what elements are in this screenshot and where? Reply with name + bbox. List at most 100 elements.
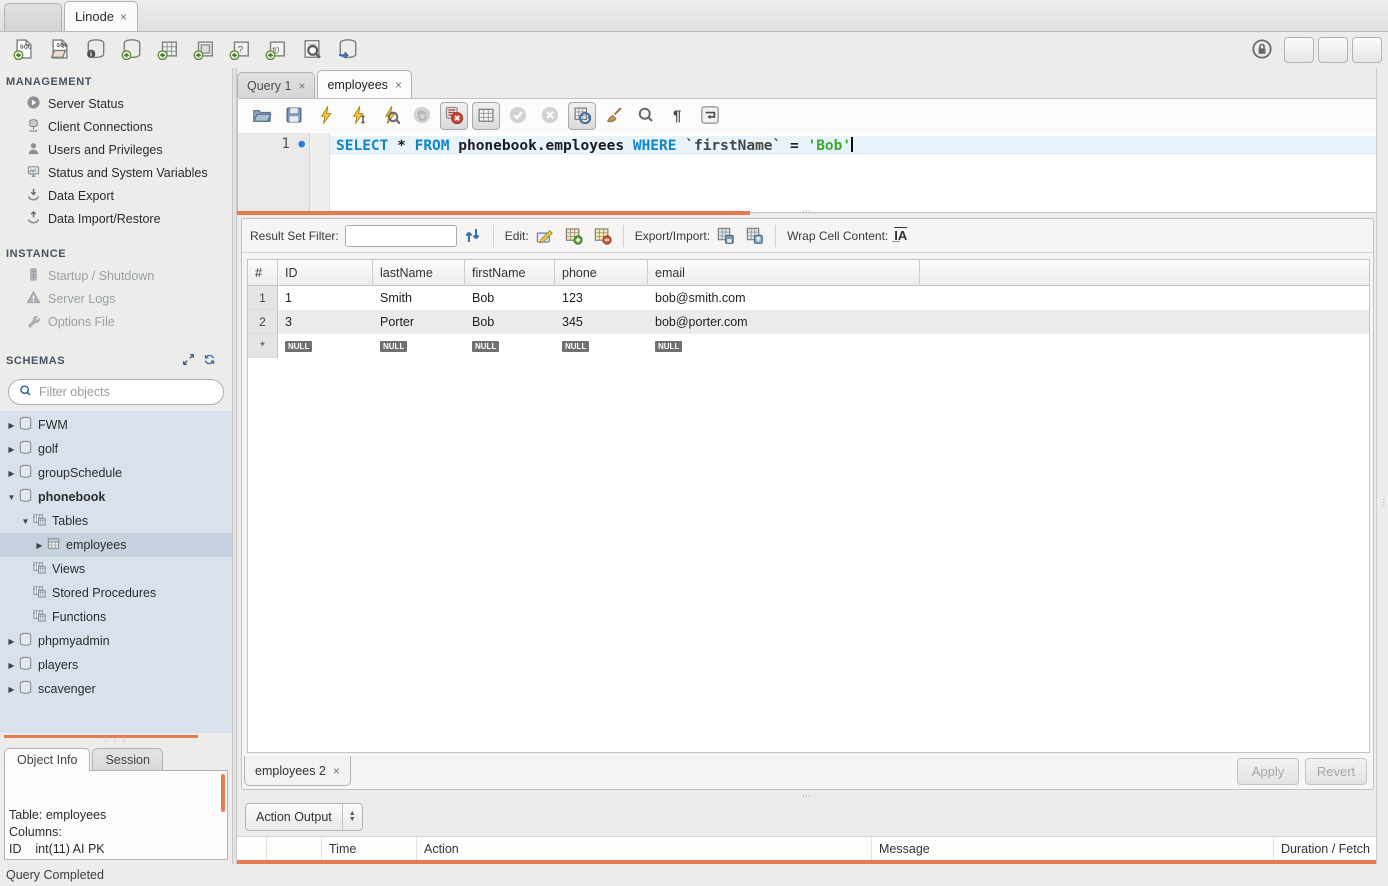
refresh-icon[interactable]	[463, 226, 482, 245]
export-recordset-button[interactable]	[716, 226, 735, 245]
limit-rows-button[interactable]	[472, 102, 500, 130]
editor-splitter-accent[interactable]	[237, 211, 750, 215]
spinner-arrows-icon[interactable]: ▲▼	[342, 804, 362, 830]
wrap-cell-icon[interactable]: I̲A	[894, 228, 907, 243]
sidebar-item-data-export[interactable]: Data Export	[0, 184, 232, 207]
open-script-button[interactable]	[248, 102, 276, 130]
twisty-icon[interactable]: ▶	[6, 661, 17, 670]
toggle-autocommit-button[interactable]	[568, 102, 596, 130]
new-table-button[interactable]	[153, 36, 183, 64]
new-sql-tab-button[interactable]: SQL	[9, 36, 39, 64]
tab-session[interactable]: Session	[92, 748, 162, 771]
result-grid[interactable]: #IDlastNamefirstNamephoneemail 11SmithBo…	[247, 259, 1370, 753]
wrap-text-button[interactable]	[696, 102, 724, 130]
tree-item-fwm[interactable]: ▶FWM	[0, 413, 232, 437]
column-header-phone[interactable]: phone	[555, 260, 648, 285]
output-column-icon[interactable]	[237, 837, 267, 861]
result-subtab-employees-2[interactable]: employees 2 ×	[244, 756, 351, 786]
rollback-button[interactable]	[536, 102, 564, 130]
revert-button[interactable]: Revert	[1305, 758, 1367, 785]
tree-item-groupschedule[interactable]: ▶groupSchedule	[0, 461, 232, 485]
sidebar-item-status-and-system-variables[interactable]: Status and System Variables	[0, 161, 232, 184]
sql-code[interactable]: SELECT * FROM phonebook.employees WHERE …	[330, 133, 1382, 211]
tree-item-stored-procedures[interactable]: Stored Procedures	[0, 581, 232, 605]
output-column-duration-fetch[interactable]: Duration / Fetch	[1274, 837, 1388, 861]
tree-item-golf[interactable]: ▶golf	[0, 437, 232, 461]
tab-object-info[interactable]: Object Info	[4, 748, 90, 771]
edit-current-row-button[interactable]	[535, 226, 554, 245]
column-header-email[interactable]: email	[648, 260, 920, 285]
sidebar-item-startup-shutdown[interactable]: Startup / Shutdown	[0, 264, 232, 287]
table-cell[interactable]: Porter	[373, 310, 465, 334]
table-row[interactable]: 23PorterBob345bob@porter.com	[248, 310, 1369, 334]
tree-item-employees[interactable]: ▶employees	[0, 533, 232, 557]
table-cell[interactable]: Smith	[373, 286, 465, 310]
schema-filter[interactable]	[8, 379, 224, 405]
close-icon[interactable]: ×	[395, 79, 402, 91]
table-cell[interactable]: NULL	[373, 334, 465, 358]
column-header-firstName[interactable]: firstName	[465, 260, 555, 285]
twisty-icon[interactable]: ▶	[6, 685, 17, 694]
close-icon[interactable]: ×	[298, 80, 305, 92]
result-filter-input[interactable]	[345, 225, 457, 247]
connection-tab-linode[interactable]: Linode ×	[64, 1, 138, 31]
find-panel-button[interactable]	[632, 102, 660, 130]
twisty-icon[interactable]: ▼	[20, 517, 31, 526]
column-header-lastName[interactable]: lastName	[373, 260, 465, 285]
right-panel-collapsed[interactable]: ⋯	[1376, 68, 1388, 864]
tree-item-players[interactable]: ▶players	[0, 653, 232, 677]
query-tab-employees[interactable]: employees×	[317, 70, 411, 98]
sidebar-item-server-status[interactable]: Server Status	[0, 92, 232, 115]
sidebar-item-data-import-restore[interactable]: Data Import/Restore	[0, 207, 232, 230]
tree-item-scavenger[interactable]: ▶scavenger	[0, 677, 232, 701]
twisty-icon[interactable]: ▶	[6, 421, 17, 430]
tree-item-tables[interactable]: ▼Tables	[0, 509, 232, 533]
table-cell[interactable]: NULL	[555, 334, 648, 358]
delete-row-button[interactable]	[593, 226, 612, 245]
reconnect-dbms-button[interactable]	[333, 36, 363, 64]
import-records-button[interactable]	[745, 226, 764, 245]
toggle-left-sidebar-button[interactable]	[1284, 37, 1314, 63]
editor-splitter-grip[interactable]: ⋯	[802, 206, 812, 217]
sidebar-item-options-file[interactable]: Options File	[0, 310, 232, 333]
schema-inspector-button[interactable]: i	[81, 36, 111, 64]
execute-current-button[interactable]	[344, 102, 372, 130]
tree-item-phpmyadmin[interactable]: ▶phpmyadmin	[0, 629, 232, 653]
table-cell[interactable]: 345	[555, 310, 648, 334]
column-header-ID[interactable]: ID	[278, 260, 373, 285]
new-procedure-button[interactable]: ?	[225, 36, 255, 64]
table-cell[interactable]: bob@smith.com	[648, 286, 920, 310]
twisty-icon[interactable]: ▼	[6, 493, 17, 502]
insert-row-button[interactable]	[564, 226, 583, 245]
splitter-grip[interactable]: ⋮⋮⋮	[0, 738, 232, 745]
toggle-stop-on-error-button[interactable]	[440, 102, 468, 130]
table-cell[interactable]: 1	[278, 286, 373, 310]
new-view-button[interactable]	[189, 36, 219, 64]
table-cell[interactable]: bob@porter.com	[648, 310, 920, 334]
twisty-icon[interactable]: ▶	[6, 637, 17, 646]
table-cell[interactable]: 123	[555, 286, 648, 310]
table-cell[interactable]: Bob	[465, 286, 555, 310]
refresh-schemas-button[interactable]	[203, 353, 216, 369]
explain-plan-button[interactable]	[376, 102, 404, 130]
table-cell[interactable]: Bob	[465, 310, 555, 334]
table-row[interactable]: 11SmithBob123bob@smith.com	[248, 286, 1369, 310]
save-script-button[interactable]	[280, 102, 308, 130]
new-schema-button[interactable]	[117, 36, 147, 64]
sql-editor[interactable]: 1 ● SELECT * FROM phonebook.employees WH…	[238, 133, 1382, 211]
execute-statement-button[interactable]	[312, 102, 340, 130]
tree-item-phonebook[interactable]: ▼phonebook	[0, 485, 232, 509]
output-column-action[interactable]: Action	[417, 837, 872, 861]
commit-button[interactable]	[504, 102, 532, 130]
table-cell[interactable]: NULL	[465, 334, 555, 358]
table-cell[interactable]: 3	[278, 310, 373, 334]
open-sql-script-button[interactable]: SQL	[45, 36, 75, 64]
query-tab-query-1[interactable]: Query 1×	[237, 72, 315, 98]
output-selector[interactable]: Action Output ▲▼	[245, 803, 363, 831]
stop-query-button[interactable]	[408, 102, 436, 130]
home-tab[interactable]	[4, 3, 62, 31]
toggle-right-sidebar-button[interactable]	[1352, 37, 1382, 63]
close-icon[interactable]: ×	[333, 765, 340, 777]
table-cell[interactable]: NULL	[278, 334, 373, 358]
apply-button[interactable]: Apply	[1237, 758, 1299, 785]
